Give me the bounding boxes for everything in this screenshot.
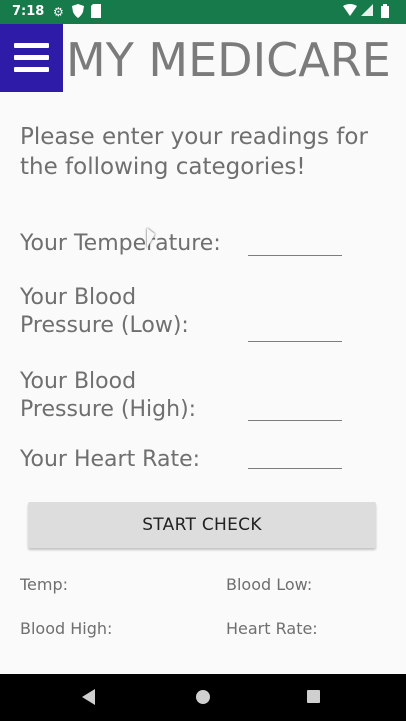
signal-icon xyxy=(361,4,373,20)
temp-result-label: Temp: xyxy=(20,575,69,594)
menu-bar-middle xyxy=(14,55,49,60)
wifi-icon xyxy=(343,4,357,20)
blood-high-result-label: Blood High: xyxy=(20,619,113,638)
recents-square-icon[interactable] xyxy=(307,690,320,703)
menu-bar-top xyxy=(14,43,49,48)
blood-high-label-line2: Pressure (High): xyxy=(20,397,197,422)
temperature-label: Your Temperature: xyxy=(20,230,221,258)
blood-low-result-label: Blood Low: xyxy=(226,575,313,594)
blood-low-label-line2: Pressure (Low): xyxy=(20,313,189,338)
blood-high-label-line1: Your Blood xyxy=(20,369,137,394)
start-check-button[interactable]: START CHECK xyxy=(28,502,376,548)
menu-bar-bottom xyxy=(14,67,49,72)
shield-icon xyxy=(72,4,84,22)
hamburger-menu-icon[interactable] xyxy=(0,24,63,92)
navigation-bar xyxy=(0,674,406,721)
home-circle-icon[interactable] xyxy=(196,690,210,704)
temperature-label-text: Your Temperature: xyxy=(20,231,221,256)
heart-rate-input[interactable] xyxy=(248,442,342,469)
gear-icon: ⚙ xyxy=(53,5,64,19)
sim-card-icon xyxy=(91,4,101,22)
battery-icon xyxy=(381,4,389,22)
intro-text: Please enter your readings for the follo… xyxy=(20,124,368,180)
heart-rate-label-text: Your Heart Rate: xyxy=(20,447,201,472)
heart-rate-result-label: Heart Rate: xyxy=(226,619,318,638)
blood-low-input[interactable] xyxy=(248,315,342,342)
status-bar: 7:18 ⚙ xyxy=(0,0,406,24)
blood-low-label: Your Blood Pressure (Low): xyxy=(20,284,189,340)
blood-high-label: Your Blood Pressure (High): xyxy=(20,368,196,424)
mouse-pointer-icon xyxy=(147,228,155,248)
app-content: MY MEDICARE Please enter your readings f… xyxy=(0,24,406,674)
temperature-input[interactable] xyxy=(248,229,342,256)
blood-low-label-line1: Your Blood xyxy=(20,285,137,310)
heart-rate-label: Your Heart Rate: xyxy=(20,446,200,474)
blood-high-input[interactable] xyxy=(248,394,342,421)
status-time: 7:18 xyxy=(12,4,45,19)
back-triangle-icon[interactable] xyxy=(82,689,95,705)
page-title: MY MEDICARE xyxy=(66,33,391,87)
